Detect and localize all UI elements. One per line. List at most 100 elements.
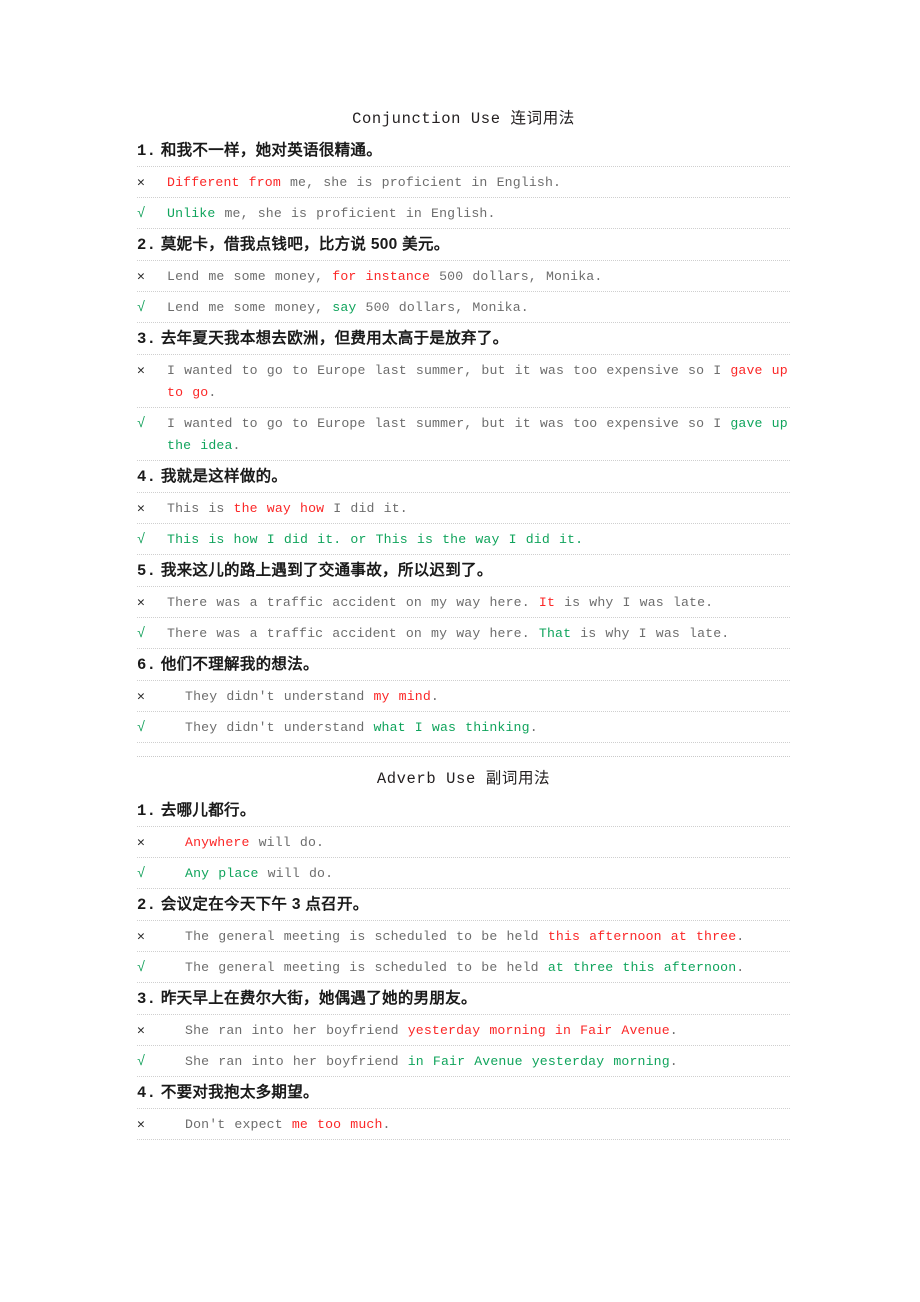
section-title-conjunction: Conjunction Use 连词用法 [352,110,575,128]
prompt-line: 4. 不要对我抱太多期望。 [137,1077,790,1109]
cross-icon: ✕ [137,835,145,850]
prompt-line: 3. 去年夏天我本想去欧洲，但费用太高于是放弃了。 [137,323,790,355]
corrected-phrase: in Fair Avenue yesterday morning [407,1054,670,1069]
sentence-suffix: . [669,1054,678,1069]
item-number: 3. [137,990,157,1008]
sentence-suffix: I did it. [324,501,408,516]
item-number: 3. [137,330,157,348]
example-sentence: The general meeting is scheduled to be h… [167,926,790,948]
correct-example-line: √ They didn't understand what I was think… [137,712,790,743]
prompt-chinese-text: 我就是这样做的。 [160,468,288,485]
prompt-line: 4. 我就是这样做的。 [137,461,790,493]
correct-example-line: √ This is how I did it. or This is the wa… [137,524,790,555]
prompt-line: 2. 会议定在今天下午 3 点召开。 [137,889,790,921]
example-sentence: Don't expect me too much. [167,1114,790,1136]
incorrect-example-line: ✕ Different from me, she is proficient in… [137,167,790,198]
prompt-line: 6. 他们不理解我的想法。 [137,649,790,681]
example-sentence: Lend me some money, for instance 500 dol… [167,266,790,288]
item-number: 4. [137,1084,157,1102]
sentence-suffix: me, she is proficient in English. [215,206,496,221]
correct-example-line: √ Unlike me, she is proficient in English… [137,198,790,229]
example-sentence: I wanted to go to Europe last summer, bu… [167,413,790,457]
sentence-suffix: . [736,960,745,975]
section-title-adverb: Adverb Use 副词用法 [137,756,790,795]
sentence-prefix: Lend me some money, [167,269,333,284]
cross-icon: ✕ [137,269,145,284]
prompt-line: 1. 去哪儿都行。 [137,795,790,827]
check-icon: √ [137,720,146,736]
incorrect-example-line: ✕ She ran into her boyfriend yesterday mo… [137,1015,790,1046]
correct-example-line: √ She ran into her boyfriend in Fair Aven… [137,1046,790,1077]
incorrect-example-line: ✕ Lend me some money, for instance 500 do… [137,261,790,292]
sentence-prefix: They didn't understand [185,689,374,704]
incorrect-phrase: Different from [167,175,281,190]
incorrect-phrase: my mind [373,689,431,704]
check-icon: √ [137,1054,146,1070]
example-sentence: There was a traffic accident on my way h… [167,623,790,645]
correct-example-line: √ I wanted to go to Europe last summer, b… [137,408,790,461]
incorrect-phrase: the way how [233,501,325,516]
correct-example-line: √ Any place will do. [137,858,790,889]
sentence-suffix: . [382,1117,391,1132]
incorrect-phrase: for instance [332,269,431,284]
example-sentence: She ran into her boyfriend in Fair Avenu… [167,1051,790,1073]
example-sentence: This is how I did it. or This is the way… [167,529,790,551]
sentence-suffix: 500 dollars, Monika. [430,269,603,284]
incorrect-phrase: Anywhere [185,835,250,850]
check-icon: √ [137,866,146,882]
item-number: 1. [137,142,157,160]
incorrect-phrase: this afternoon at three [547,929,737,944]
cross-icon: ✕ [137,689,145,704]
sentence-prefix: Don't expect [185,1117,292,1132]
incorrect-phrase: yesterday morning in Fair Avenue [407,1023,670,1038]
prompt-chinese-text: 我来这儿的路上遇到了交通事故，所以迟到了。 [160,562,493,579]
sentence-suffix: . [529,720,538,735]
sentence-suffix: will do. [249,835,325,850]
sentence-suffix: . [208,385,217,400]
sentence-prefix: The general meeting is scheduled to be h… [185,929,548,944]
item-number: 1. [137,802,157,820]
prompt-chinese-text: 他们不理解我的想法。 [160,656,319,673]
corrected-phrase: what I was thinking [373,720,530,735]
corrected-phrase: Unlike [167,206,216,221]
corrected-phrase: This is how I did it. or This is the way… [167,532,584,547]
cross-icon: ✕ [137,1023,145,1038]
incorrect-phrase: It [538,595,556,610]
prompt-line: 3. 昨天早上在费尔大街，她偶遇了她的男朋友。 [137,983,790,1015]
prompt-chinese-text: 去年夏天我本想去欧洲，但费用太高于是放弃了。 [160,330,509,347]
example-sentence: She ran into her boyfriend yesterday mor… [167,1020,790,1042]
correct-example-line: √ Lend me some money, say 500 dollars, Mo… [137,292,790,323]
cross-icon: ✕ [137,595,145,610]
example-sentence: Different from me, she is proficient in … [167,172,790,194]
correct-example-line: √ The general meeting is scheduled to be … [137,952,790,983]
sentence-suffix: . [232,438,241,453]
corrected-phrase: Any place [185,866,259,881]
sentence-suffix: me, she is proficient in English. [280,175,562,190]
correct-example-line: √ There was a traffic accident on my way … [137,618,790,649]
cross-icon: ✕ [137,175,145,190]
incorrect-example-line: ✕ This is the way how I did it. [137,493,790,524]
example-sentence: Anywhere will do. [167,832,790,854]
document-body: Conjunction Use 连词用法 1. 和我不一样，她对英语很精通。 ✕ Di… [137,103,790,1140]
check-icon: √ [137,626,146,642]
check-icon: √ [137,300,146,316]
incorrect-example-line: ✕ There was a traffic accident on my way … [137,587,790,618]
prompt-line: 2. 莫妮卡，借我点钱吧，比方说 500 美元。 [137,229,790,261]
cross-icon: ✕ [137,501,145,516]
sentence-suffix: will do. [258,866,334,881]
item-number: 2. [137,896,157,914]
example-sentence: Any place will do. [167,863,790,885]
item-number: 4. [137,468,157,486]
check-icon: √ [137,416,146,432]
example-sentence: They didn't understand what I was thinki… [167,717,790,739]
item-number: 6. [137,656,157,674]
check-icon: √ [137,960,146,976]
sentence-suffix: 500 dollars, Monika. [356,300,529,315]
incorrect-example-line: ✕ The general meeting is scheduled to be … [137,921,790,952]
item-number: 2. [137,236,157,254]
cross-icon: ✕ [137,929,145,944]
prompt-line: 5. 我来这儿的路上遇到了交通事故，所以迟到了。 [137,555,790,587]
incorrect-phrase: me too much [291,1117,383,1132]
prompt-chinese-text: 不要对我抱太多期望。 [160,1084,319,1101]
prompt-chinese-text: 莫妮卡，借我点钱吧，比方说 500 美元。 [160,236,450,253]
